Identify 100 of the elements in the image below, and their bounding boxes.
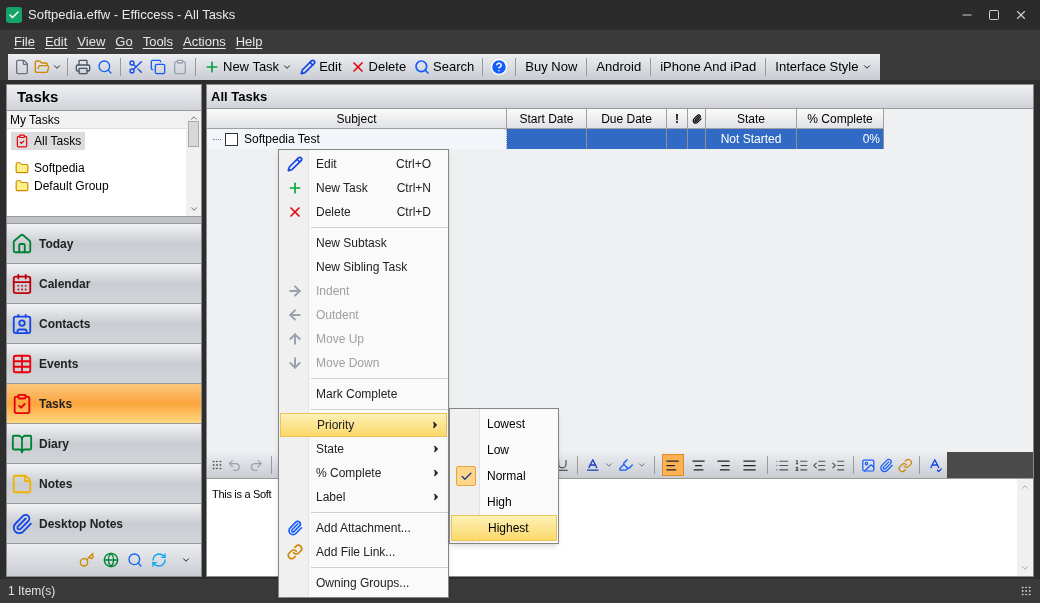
splitter-handle[interactable] [7, 216, 201, 224]
submenu-arrow-icon [430, 420, 440, 430]
status-text: 1 Item(s) [8, 583, 56, 600]
menu-item[interactable]: State [280, 437, 447, 461]
toolbar-button[interactable]: Search [411, 56, 478, 78]
column-header[interactable] [688, 109, 706, 129]
paperclip-icon [11, 512, 33, 535]
table-cell: 0% [797, 129, 884, 149]
close-icon [287, 204, 303, 220]
nav-button[interactable]: Tasks [7, 384, 201, 424]
menu-item[interactable]: High [451, 489, 557, 515]
menu-item[interactable]: Highest [451, 515, 557, 541]
link-icon [287, 544, 303, 560]
nav-button[interactable]: Diary [7, 424, 201, 464]
panel-header: All Tasks [207, 85, 1033, 109]
printer-icon[interactable] [75, 59, 91, 75]
copy-icon[interactable] [150, 59, 166, 75]
image-icon[interactable] [860, 457, 876, 473]
menu-item[interactable]: Owning Groups... [280, 571, 447, 595]
toolbar-button[interactable]: Edit [297, 56, 345, 78]
new-document-icon[interactable] [14, 59, 30, 75]
column-header[interactable]: State [706, 109, 797, 129]
spell-check-icon[interactable] [927, 457, 943, 473]
search-icon[interactable] [127, 552, 143, 568]
paperclip-icon[interactable] [879, 457, 894, 473]
font-color-icon[interactable] [584, 457, 601, 473]
menu-item[interactable]: Add File Link... [280, 540, 447, 564]
table-cell: Not Started [706, 129, 797, 149]
menu-item[interactable]: Tools [138, 32, 177, 52]
scrollbar[interactable] [186, 111, 201, 216]
tree-item[interactable]: Softpedia [11, 159, 89, 177]
scroll-thumb[interactable] [188, 120, 199, 147]
menu-item[interactable]: Label [280, 485, 447, 509]
globe-icon[interactable] [103, 552, 119, 568]
paperclip-icon [691, 113, 702, 124]
column-header[interactable]: ! [667, 109, 688, 129]
toolbar-button[interactable]: Interface Style [771, 56, 877, 78]
column-header[interactable]: % Complete [797, 109, 884, 129]
column-header[interactable]: Due Date [587, 109, 667, 129]
preview-icon[interactable] [97, 59, 113, 75]
nav-button[interactable]: Desktop Notes [7, 504, 201, 544]
menu-item[interactable]: Low [451, 437, 557, 463]
menu-item[interactable]: Lowest [451, 411, 557, 437]
caret-icon[interactable] [181, 555, 191, 565]
table-cell [667, 129, 688, 149]
clipboard-icon[interactable] [172, 59, 188, 75]
menu-item[interactable]: % Complete [280, 461, 447, 485]
numbered-list-icon[interactable] [793, 457, 809, 473]
nav-button[interactable]: Notes [7, 464, 201, 504]
menu-item[interactable]: New Subtask [280, 231, 447, 255]
menu-item[interactable]: Priority [280, 413, 447, 437]
calendar-icon [11, 272, 33, 295]
column-header[interactable]: Subject [207, 109, 507, 129]
menu-item[interactable]: Edit Ctrl+O [280, 152, 447, 176]
nav-button[interactable]: Contacts [7, 304, 201, 344]
menu-item[interactable]: Help [231, 32, 267, 52]
toolbar-button[interactable]: Android [592, 56, 646, 78]
checkbox[interactable] [225, 132, 238, 146]
paperclip-icon [287, 520, 303, 536]
nav-button[interactable]: Calendar [7, 264, 201, 304]
menu-item[interactable]: Delete Ctrl+D [280, 200, 447, 224]
menu-item[interactable]: View [73, 32, 110, 52]
pencil-icon [300, 59, 317, 75]
menu-item[interactable]: New Task Ctrl+N [280, 176, 447, 200]
maximize-icon[interactable] [988, 9, 1000, 21]
scissors-icon[interactable] [128, 59, 144, 75]
tree-item[interactable]: Default Group [11, 177, 113, 195]
toolbar-button[interactable]: New Task [201, 56, 296, 78]
nav-button[interactable]: Today [7, 224, 201, 264]
sticky-note-icon [11, 472, 33, 495]
submenu-arrow-icon [431, 492, 441, 502]
menu-item[interactable]: Mark Complete [280, 382, 447, 406]
caret-icon[interactable] [52, 62, 62, 72]
nav-button[interactable]: Events [7, 344, 201, 384]
submenu-arrow-icon [431, 468, 441, 478]
toolbar-button[interactable]: Buy Now [521, 56, 582, 78]
help-icon[interactable] [490, 58, 509, 76]
refresh-icon[interactable] [151, 552, 167, 568]
key-icon[interactable] [79, 552, 95, 568]
tree-item[interactable]: All Tasks [11, 132, 86, 150]
menu-item[interactable]: Add Attachment... [280, 516, 447, 540]
scroll-up-icon[interactable] [188, 113, 199, 123]
toolbar-button[interactable]: Delete [346, 56, 410, 78]
menu-item[interactable]: Actions [179, 32, 230, 52]
toolbar-button[interactable]: iPhone And iPad [656, 56, 761, 78]
highlighter-icon[interactable] [617, 457, 634, 473]
menu-item[interactable]: Normal [451, 463, 557, 489]
house-icon [11, 232, 33, 255]
arrow-down-icon [287, 355, 303, 371]
scroll-down-icon[interactable] [188, 204, 199, 214]
table-row[interactable]: Softpedia Test Not Started 0% [207, 129, 1033, 149]
resize-grip-icon[interactable] [1020, 585, 1032, 597]
align-left-icon[interactable] [662, 454, 684, 476]
menu-item[interactable]: Edit [40, 32, 72, 52]
menu-item[interactable]: Go [111, 32, 137, 52]
link-icon[interactable] [897, 457, 913, 473]
close-icon[interactable] [1014, 8, 1028, 22]
menu-item[interactable]: New Sibling Task [280, 255, 447, 279]
column-header[interactable]: Start Date [507, 109, 587, 129]
menu-item[interactable]: File [10, 32, 39, 52]
